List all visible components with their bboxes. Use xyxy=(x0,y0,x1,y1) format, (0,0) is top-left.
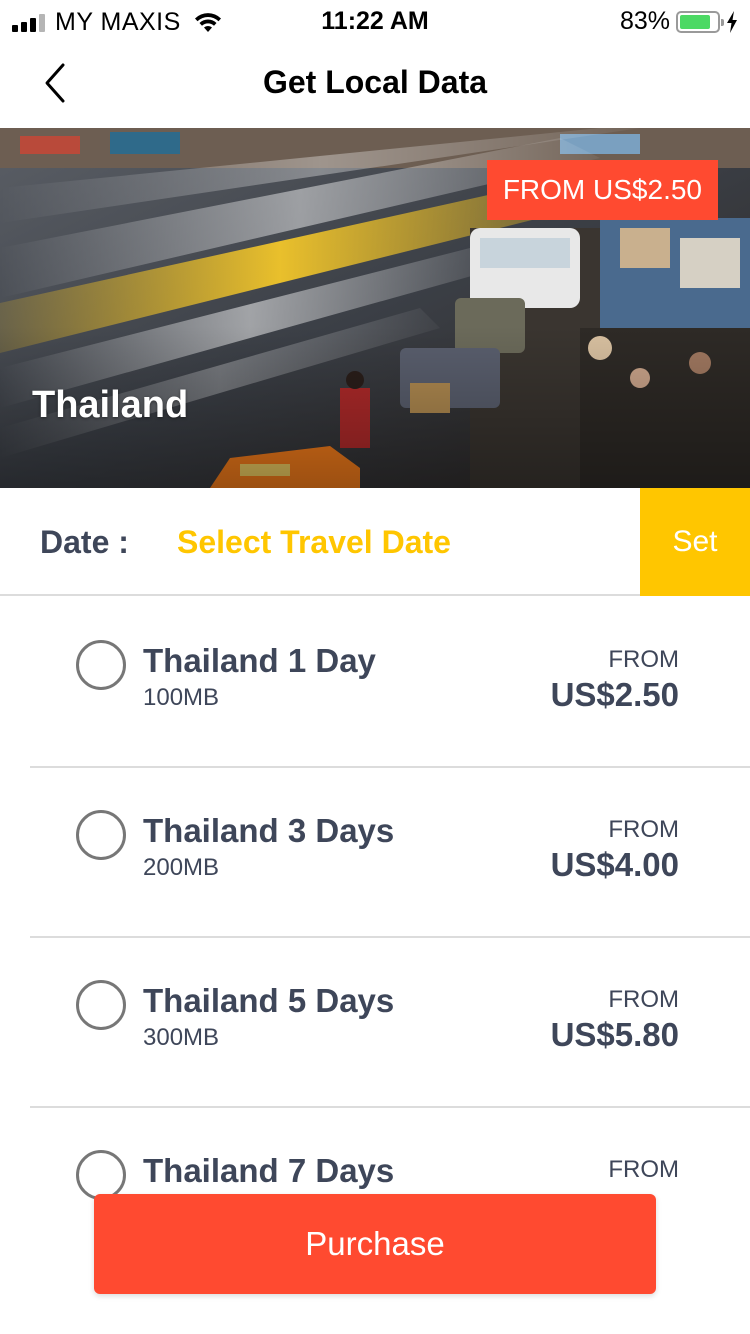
plan-from-label: FROM xyxy=(608,986,679,1013)
plan-name: Thailand 3 Days xyxy=(143,812,395,849)
country-name: Thailand xyxy=(32,384,189,426)
plan-from-label: FROM xyxy=(608,1156,679,1183)
battery-icon xyxy=(676,10,724,33)
status-bar: MY MAXIS 11:22 AM 83% xyxy=(0,0,750,40)
plan-from-label: FROM xyxy=(608,646,679,673)
battery-percent: 83% xyxy=(619,7,670,35)
travel-date-picker[interactable]: Select Travel Date xyxy=(177,524,451,561)
set-date-button[interactable]: Set xyxy=(640,488,750,596)
plan-price: US$2.50 xyxy=(550,676,679,713)
navigation-bar: Get Local Data xyxy=(0,40,750,128)
radio-button[interactable] xyxy=(76,810,126,860)
battery-level xyxy=(680,14,710,29)
radio-button[interactable] xyxy=(76,1150,126,1200)
plan-name: Thailand 1 Day xyxy=(143,642,376,679)
plan-price: US$4.00 xyxy=(550,846,679,883)
purchase-button[interactable]: Purchase xyxy=(94,1194,656,1294)
plan-data-allowance: 300MB xyxy=(143,1024,220,1051)
page-title: Get Local Data xyxy=(262,64,488,100)
radio-button[interactable] xyxy=(76,980,126,1030)
travel-date-row: Date : Select Travel Date Set xyxy=(0,488,750,596)
country-hero-banner: FROM US$2.50 Thailand xyxy=(0,128,750,488)
from-price-badge: FROM US$2.50 xyxy=(486,160,718,220)
plan-price: US$5.80 xyxy=(550,1016,679,1053)
plan-data-allowance: 100MB xyxy=(143,684,220,711)
plan-name: Thailand 5 Days xyxy=(143,982,395,1019)
charging-bolt-icon xyxy=(727,10,737,33)
plan-from-label: FROM xyxy=(608,816,679,843)
plan-name: Thailand 7 Days xyxy=(143,1152,395,1189)
status-bar-right: 83% xyxy=(620,7,738,36)
date-label: Date : xyxy=(40,524,129,560)
plan-data-allowance: 200MB xyxy=(143,854,220,881)
plan-item[interactable]: Thailand 3 Days 200MB FROM US$4.00 xyxy=(30,768,750,938)
plan-item[interactable]: Thailand 1 Day 100MB FROM US$2.50 xyxy=(30,598,750,768)
plan-item[interactable]: Thailand 5 Days 300MB FROM US$5.80 xyxy=(30,938,750,1108)
radio-button[interactable] xyxy=(76,640,126,690)
